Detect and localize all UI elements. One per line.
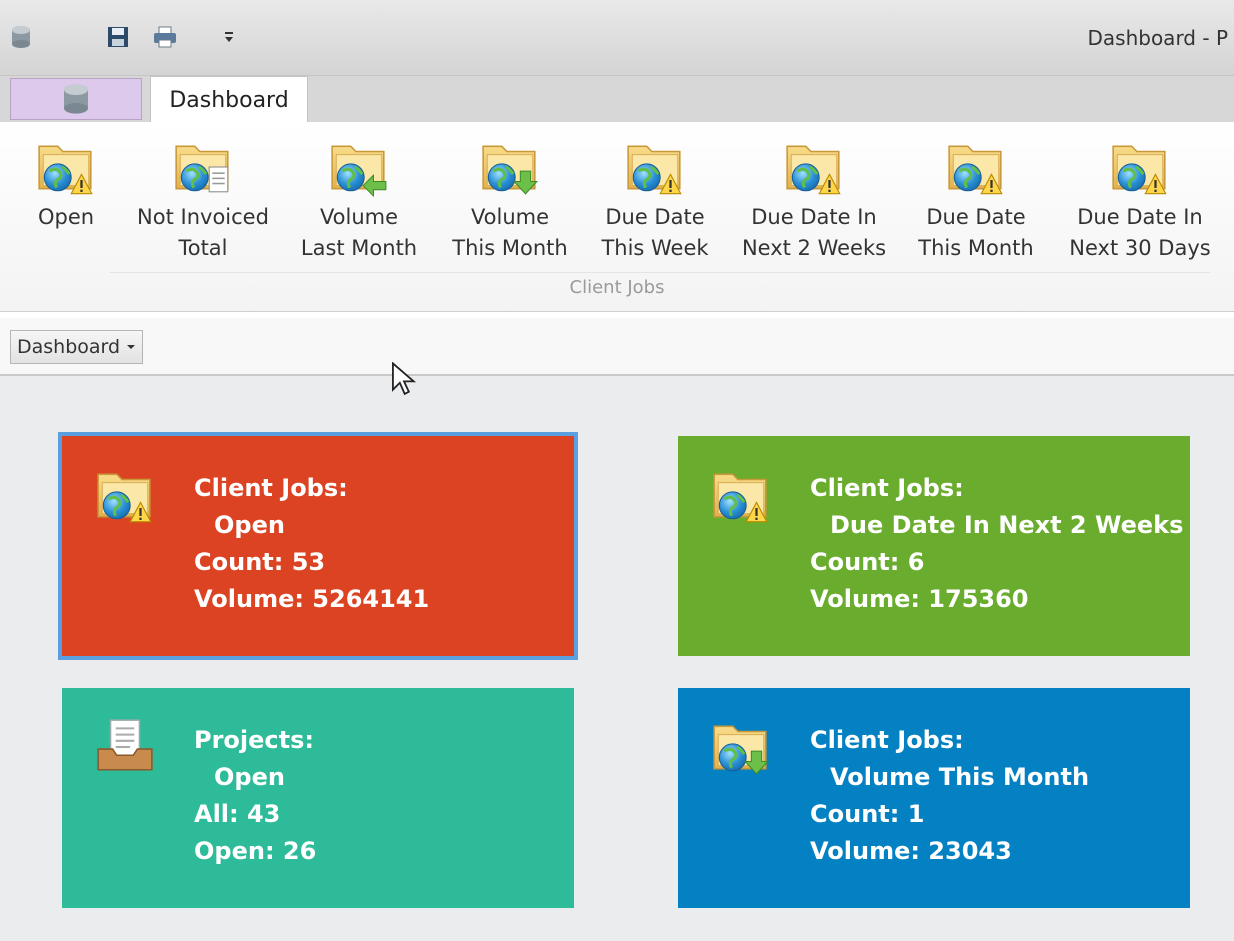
tile-icon [94,716,156,782]
folder-globe-warning-icon [96,472,152,523]
ribbon-button-icon [26,132,106,202]
ribbon-button-label: Due Date [926,205,1026,229]
tile-text: Client Jobs: Volume This Month Count: 1 Vol… [810,722,1089,870]
folder-globe-arrow-left-icon [330,144,387,198]
dashboard-tile-1[interactable]: Client Jobs: Open Count: 53 Volume: 5264141 [58,432,578,660]
folder-globe-warning-icon [785,144,841,195]
ribbon-button-open[interactable]: Open [26,132,106,233]
tile-text: Client Jobs: Open Count: 53 Volume: 5264141 [194,470,429,618]
customize-toolbar-icon[interactable] [216,22,242,52]
ribbon-button-label: This Month [452,236,568,260]
tile-line3: All: 43 [194,800,281,828]
ribbon-button-icon [736,132,892,202]
folder-globe-document-icon [174,144,230,193]
ribbon: Open Not Invoiced Total Volume Last Month Vol… [0,122,1234,312]
ribbon-button-volume-this-month[interactable]: Volume This Month [446,132,574,264]
ribbon-button-due-date-in-next-2-weeks[interactable]: Due Date In Next 2 Weeks [736,132,892,264]
ribbon-button-label: Total [178,236,228,260]
tile-line3: Count: 6 [810,548,925,576]
ribbon-tab-row: Dashboard [0,76,1234,123]
folder-globe-warning-icon [37,144,93,195]
tile-heading: Projects: [194,726,314,754]
folder-globe-arrow-down-icon [481,144,539,195]
tile-line3: Count: 53 [194,548,326,576]
ribbon-button-due-date-this-month[interactable]: Due Date This Month [912,132,1040,264]
dashboard-tile-3[interactable]: Projects: Open All: 43 Open: 26 [62,688,574,908]
folder-globe-warning-icon [712,472,768,523]
tile-sub: Open [214,511,285,539]
dashboard-dropdown[interactable]: Dashboard [10,330,144,364]
ribbon-button-icon [294,132,424,202]
ribbon-button-label: Next 2 Weeks [741,236,887,260]
ribbon-button-icon [596,132,714,202]
ribbon-button-label: This Month [918,236,1034,260]
tile-line4: Volume: 175360 [810,585,1029,613]
tile-line3: Count: 1 [810,800,925,828]
app-database-icon[interactable] [8,22,34,52]
ribbon-button-due-date-in-next-30-days[interactable]: Due Date In Next 30 Days [1064,132,1216,264]
mouse-cursor-icon [392,362,417,396]
window-title: Dashboard - P [1087,26,1229,50]
tile-line4: Volume: 23043 [810,837,1012,865]
print-icon[interactable] [152,22,178,52]
tile-icon [710,464,772,530]
ribbon-button-label: This Week [601,236,709,260]
ribbon-button-label: Due Date In [1077,205,1203,229]
ribbon-button-label: Volume [319,205,399,229]
ribbon-button-label: Due Date In [751,205,877,229]
tile-text: Client Jobs: Due Date In Next 2 Weeks Coun… [810,470,1183,618]
tile-heading: Client Jobs: [810,726,964,754]
tile-text: Projects: Open All: 43 Open: 26 [194,722,316,870]
ribbon-button-icon [446,132,574,202]
dashboard-tile-4[interactable]: Client Jobs: Volume This Month Count: 1 Vol… [678,688,1190,908]
ribbon-button-label: Volume [470,205,550,229]
ribbon-button-label: Next 30 Days [1069,236,1211,260]
tile-line4: Volume: 5264141 [194,585,430,613]
tile-icon [710,716,772,782]
tile-sub: Volume This Month [830,763,1090,791]
document-tray-icon [97,719,153,771]
tile-sub: Due Date In Next 2 Weeks [830,511,1184,539]
folder-globe-warning-icon [947,144,1003,195]
ribbon-button-due-date-this-week[interactable]: Due Date This Week [596,132,714,264]
ribbon-button-not-invoiced-total[interactable]: Not Invoiced Total [128,132,278,264]
title-bar: Dashboard - P [0,0,1234,76]
ribbon-button-label: Due Date [605,205,705,229]
folder-globe-warning-icon [1111,144,1167,195]
ribbon-group-label: Client Jobs [569,277,665,298]
application-menu-tab[interactable] [10,78,142,120]
ribbon-button-icon [912,132,1040,202]
folder-globe-arrow-down-icon [712,724,770,775]
group-divider [110,272,1210,273]
tile-heading: Client Jobs: [810,474,964,502]
chevron-down-icon [127,345,136,349]
tile-sub: Open [214,763,285,791]
save-icon[interactable] [105,22,131,52]
folder-globe-warning-icon [626,144,682,195]
tab-dashboard[interactable]: Dashboard [150,76,308,123]
dashboard-dropdown-label: Dashboard [17,336,121,358]
ribbon-button-label: Open [37,205,95,229]
ribbon-button-label: Not Invoiced [137,205,269,229]
ribbon-button-icon [1064,132,1216,202]
ribbon-button-volume-last-month[interactable]: Volume Last Month [294,132,424,264]
tile-icon [94,464,156,530]
dashboard-toolbar: Dashboard [0,318,1234,376]
dashboard-tile-2[interactable]: Client Jobs: Due Date In Next 2 Weeks Coun… [678,436,1190,656]
ribbon-button-icon [128,132,278,202]
tile-heading: Client Jobs: [194,474,348,502]
database-icon [64,84,88,114]
tile-line4: Open: 26 [194,837,317,865]
ribbon-button-label: Last Month [300,236,418,260]
